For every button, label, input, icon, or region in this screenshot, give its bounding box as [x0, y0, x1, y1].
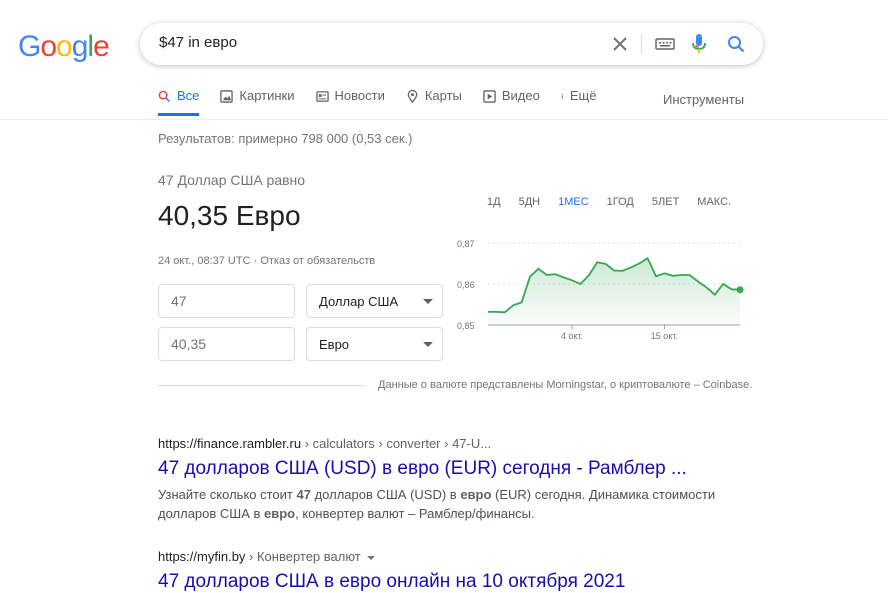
attribution-text: Данные о валюте представлены Morningstar…: [378, 379, 753, 391]
range-tab-5d[interactable]: 5ДН: [510, 196, 550, 208]
result-snippet: Узнайте сколько стоит 47 долларов США (U…: [158, 485, 718, 523]
result-breadcrumbs: › Конвертер валют: [245, 549, 361, 564]
y-tick-label: 0,86: [457, 280, 475, 290]
search-icon[interactable]: [724, 32, 748, 56]
tools-button[interactable]: Инструменты: [663, 92, 744, 107]
converter-subtitle: 47 Доллар США равно: [158, 172, 306, 188]
snippet-text: Узнайте сколько стоит: [158, 487, 297, 502]
x-tick-label: 15 окт.: [651, 331, 678, 341]
tab-label: Карты: [424, 88, 462, 103]
result-domain: https://finance.rambler.ru: [158, 436, 302, 451]
snippet-highlight: евро: [264, 506, 296, 521]
converter-date: 24 окт., 08:37 UTC: [158, 255, 251, 267]
x-tick-label: 4 окт.: [561, 331, 583, 341]
result-title-link[interactable]: 47 долларов США в евро онлайн на 10 октя…: [158, 571, 625, 593]
attribution-divider: [158, 385, 365, 386]
range-tab-1d[interactable]: 1Д: [478, 196, 510, 208]
tab-all[interactable]: Все: [158, 88, 200, 116]
tab-news[interactable]: Новости: [315, 88, 385, 116]
y-tick-label: 0,87: [457, 239, 475, 249]
more-vert-icon: [561, 94, 563, 99]
news-icon: [315, 91, 329, 102]
range-tab-1m[interactable]: 1МЕС: [549, 196, 598, 208]
currency-to-select[interactable]: Евро: [306, 327, 443, 361]
search-input[interactable]: [159, 34, 599, 51]
converter-date-line: 24 окт., 08:37 UTC · Отказ от обязательс…: [158, 255, 375, 267]
chevron-down-icon[interactable]: [366, 555, 375, 560]
range-tab-1y[interactable]: 1ГОД: [598, 196, 643, 208]
logo-letter: o: [40, 30, 57, 63]
keyboard-icon[interactable]: [653, 32, 677, 56]
result-domain: https://myfin.by: [158, 549, 246, 564]
tab-video[interactable]: Видео: [483, 88, 540, 116]
result-stats: Результатов: примерно 798 000 (0,53 сек.…: [158, 131, 413, 146]
result-title-link[interactable]: 47 долларов США (USD) в евро (EUR) сегод…: [158, 458, 718, 480]
close-icon[interactable]: [608, 32, 632, 56]
snippet-text: , конвертер валют – Рамблер/финансы.: [295, 506, 535, 521]
search-result: https://finance.rambler.ru › calculators…: [158, 436, 718, 523]
chart-end-point: [736, 286, 744, 294]
exchange-rate-chart[interactable]: 0,87 0,86 0,85 4 окт. 15 окт.: [455, 228, 750, 350]
snippet-text: долларов США (USD) в: [310, 487, 461, 502]
currency-to-label: Евро: [319, 337, 350, 352]
search-divider: [641, 34, 642, 54]
tab-label: Все: [177, 88, 200, 103]
chart-range-tabs: 1Д 5ДН 1МЕС 1ГОД 5ЛЕТ МАКС.: [478, 196, 740, 208]
image-icon: [220, 90, 234, 103]
snippet-highlight: евро: [460, 487, 492, 502]
header-divider: [0, 119, 888, 120]
chevron-down-icon: [423, 342, 433, 347]
search-box: [140, 23, 763, 65]
currency-from-select[interactable]: Доллар США: [306, 284, 443, 318]
result-url[interactable]: https://myfin.by › Конвертер валют: [158, 549, 625, 564]
separator: ·: [250, 255, 261, 267]
y-tick-label: 0,85: [457, 321, 475, 331]
tab-images[interactable]: Картинки: [220, 88, 295, 116]
tab-label: Картинки: [239, 88, 295, 103]
disclaimer-link[interactable]: Отказ от обязательств: [260, 255, 375, 267]
logo-letter: g: [71, 30, 89, 63]
amount-to-input[interactable]: 40,35: [158, 327, 295, 361]
result-breadcrumbs: › calculators › converter › 47-U...: [301, 436, 492, 451]
result-url[interactable]: https://finance.rambler.ru › calculators…: [158, 436, 718, 451]
logo-letter: o: [56, 30, 73, 63]
currency-from-label: Доллар США: [319, 294, 399, 309]
snippet-highlight: 47: [296, 487, 311, 502]
tab-label: Новости: [334, 88, 385, 103]
map-pin-icon: [407, 90, 418, 103]
range-tab-max[interactable]: МАКС.: [688, 196, 740, 208]
search-tabs: Все Картинки Новости Карты Видео Ещё: [158, 88, 617, 116]
chevron-down-icon: [423, 299, 433, 304]
logo-letter: e: [93, 30, 110, 63]
tab-maps[interactable]: Карты: [406, 88, 462, 116]
converter-result: 40,35 Евро: [158, 200, 301, 231]
tab-label: Видео: [501, 88, 540, 103]
video-icon: [483, 90, 496, 103]
search-result: https://myfin.by › Конвертер валют 47 до…: [158, 549, 625, 593]
logo-letter: G: [18, 30, 41, 63]
microphone-icon[interactable]: [687, 32, 711, 56]
search-icon: [158, 90, 171, 103]
google-logo[interactable]: Google: [18, 30, 110, 64]
amount-from-input[interactable]: 47: [158, 284, 295, 318]
range-tab-5y[interactable]: 5ЛЕТ: [643, 196, 688, 208]
tab-more[interactable]: Ещё: [561, 88, 597, 116]
tab-label: Ещё: [569, 88, 597, 103]
